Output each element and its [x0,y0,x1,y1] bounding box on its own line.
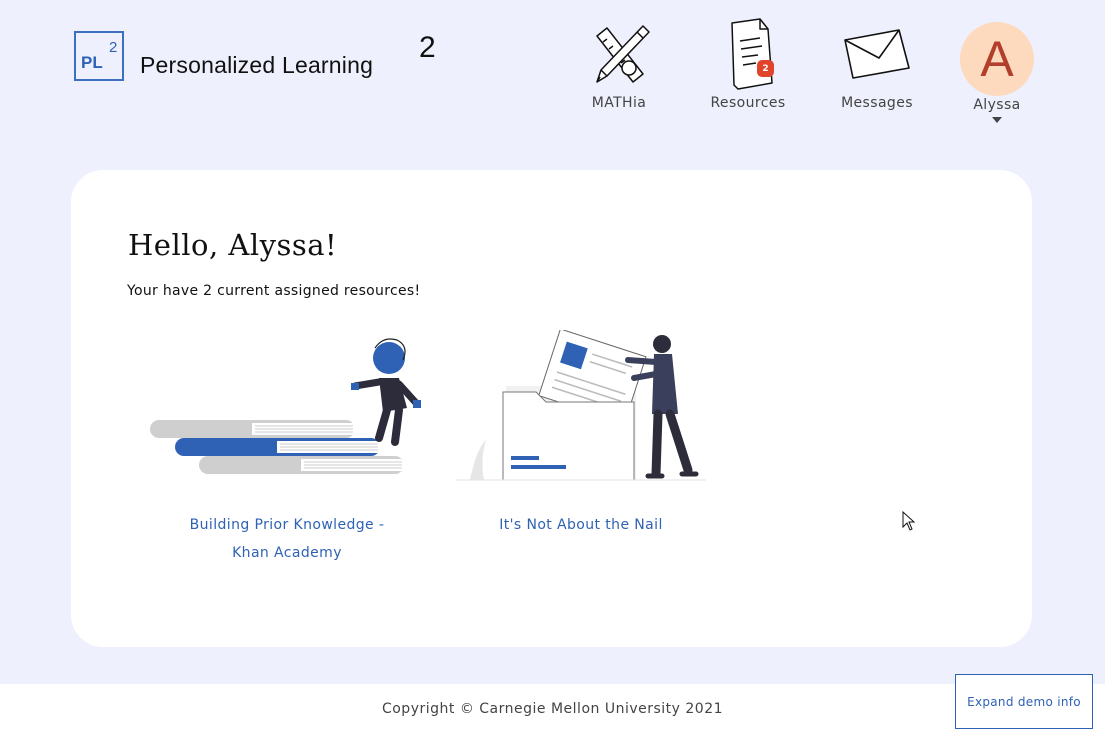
app-name: Personalized Learning [140,52,374,78]
resource-card[interactable]: It's Not About the Nail [456,328,706,539]
logo[interactable]: PL 2 Personalized Learning 2 [74,31,436,81]
dashboard-card: Hello, Alyssa! Your have 2 current assig… [71,170,1032,647]
resource-title: It's Not About the Nail [499,517,663,533]
greeting: Hello, Alyssa! [128,228,338,262]
nav-resources[interactable]: 2 Resources [698,14,798,111]
nav-messages[interactable]: Messages [827,14,927,111]
pencil-ruler-icon [569,14,669,94]
nav-resources-label: Resources [710,95,786,111]
document-icon: 2 [698,14,798,94]
profile-name: Alyssa [973,97,1021,113]
resource-card[interactable]: Building Prior Knowledge - Khan Academy [147,330,427,567]
assigned-summary: Your have 2 current assigned resources! [127,283,421,299]
app-name-superscript: 2 [419,31,436,64]
nav-mathia-label: MATHia [591,95,647,111]
caret-down-icon[interactable] [992,117,1002,123]
resource-title: Building Prior Knowledge - [189,517,385,533]
nav-messages-label: Messages [841,95,913,111]
resources-badge: 2 [757,60,774,77]
envelope-icon [827,14,927,94]
footer: Copyright © Carnegie Mellon University 2… [0,684,1105,734]
avatar[interactable]: A [960,22,1034,96]
nav-mathia[interactable]: MATHia [569,14,669,111]
expand-demo-info-button[interactable]: Expand demo info [955,674,1093,729]
resource-title-line2: Khan Academy [232,545,342,561]
logo-superscript: 2 [109,39,118,56]
copyright: Copyright © Carnegie Mellon University 2… [381,701,724,717]
logo-abbrev: PL [81,53,103,72]
nav-profile[interactable]: A Alyssa [947,14,1047,123]
mouse-cursor-icon [902,511,916,531]
filing-documents-illustration [456,328,706,481]
climbing-books-illustration [150,338,421,474]
logo-mark: PL 2 [74,31,124,81]
